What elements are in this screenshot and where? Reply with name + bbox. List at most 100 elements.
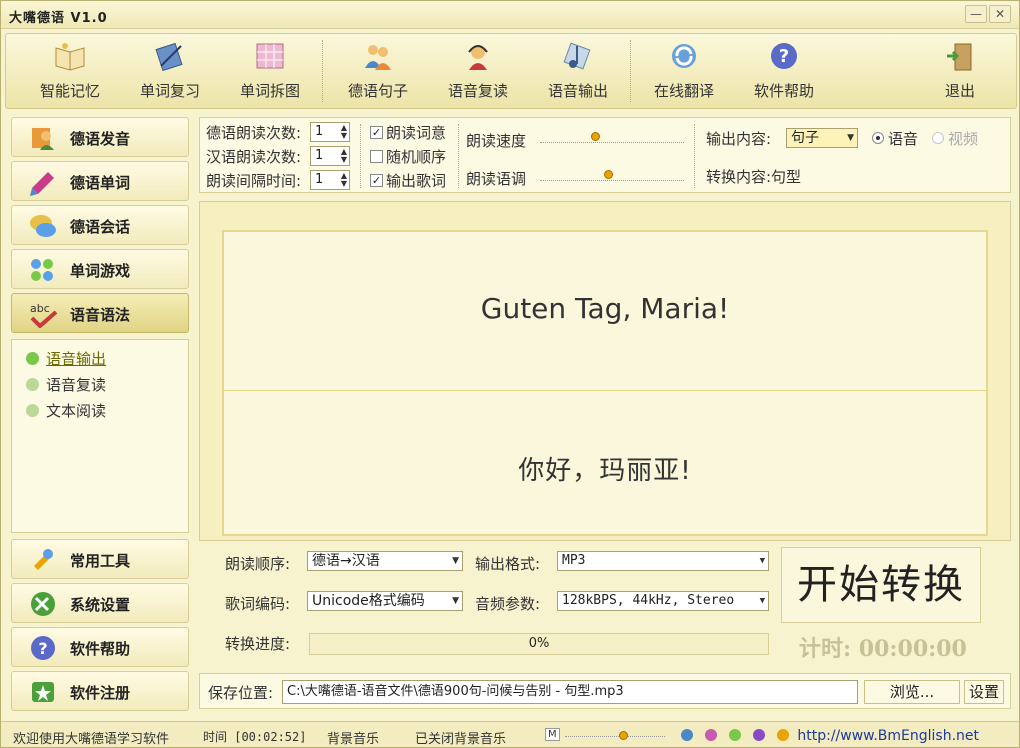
sidebar-item-label: 德语单词 <box>70 174 131 192</box>
sidebar-item-register[interactable]: 软件注册 <box>11 671 189 711</box>
pencil-icon <box>30 172 54 196</box>
sidebar: 德语发音 德语单词 德语会话 单词游戏 abc 语音语法 语音输出 语音复读 文… <box>11 117 189 721</box>
random-order-checkbox[interactable] <box>370 150 383 163</box>
sidebar-item-settings[interactable]: 系统设置 <box>11 583 189 623</box>
read-meaning-label: 朗读词意 <box>386 124 447 142</box>
german-sentence: Guten Tag, Maria! <box>480 292 730 325</box>
interval-stepper[interactable]: 1 ▲ ▼ <box>310 170 350 190</box>
save-location-bar: 保存位置: C:\大嘴德语-语音文件\德语900句-问候与告别 - 句型.mp3… <box>199 673 1011 709</box>
volume-slider[interactable] <box>565 728 665 742</box>
progress-label: 转换进度: <box>225 635 291 653</box>
output-content-select[interactable]: 句子 ▼ <box>786 128 858 148</box>
skin-color-dot[interactable] <box>705 729 717 741</box>
website-link[interactable]: http://www.BmEnglish.net <box>797 728 979 744</box>
de-repeat-stepper[interactable]: 1 ▲ ▼ <box>310 122 350 142</box>
slider-track <box>540 180 684 181</box>
output-content-label: 输出内容: <box>706 130 772 148</box>
pitch-slider[interactable] <box>540 166 684 186</box>
save-path-input[interactable]: C:\大嘴德语-语音文件\德语900句-问候与告别 - 句型.mp3 <box>282 680 858 704</box>
bgm-status[interactable]: 已关闭背景音乐 <box>415 728 506 747</box>
check-icon <box>26 352 39 365</box>
video-radio-label: 视频 <box>948 130 979 148</box>
order-select[interactable]: 德语→汉语 ▼ <box>307 551 463 571</box>
skin-color-dot[interactable] <box>729 729 741 741</box>
encoding-select[interactable]: Unicode格式编码 ▼ <box>307 591 463 611</box>
cn-repeat-stepper[interactable]: 1 ▲ ▼ <box>310 146 350 166</box>
toolbar-voice-repeat-button[interactable]: 语音复读 <box>432 40 524 106</box>
sidebar-subpanel: 语音输出 语音复读 文本阅读 <box>11 339 189 533</box>
sidebar-item-label: 德语会话 <box>70 218 131 236</box>
interval-label: 朗读间隔时间: <box>206 172 302 190</box>
sidebar-item-conversation[interactable]: 德语会话 <box>11 205 189 245</box>
sidebar-item-label: 单词游戏 <box>70 262 131 280</box>
speed-slider[interactable] <box>540 128 684 148</box>
toolbar-voice-output-button[interactable]: 语音输出 <box>532 40 624 106</box>
sidebar-item-pronunciation[interactable]: 德语发音 <box>11 117 189 157</box>
browse-button[interactable]: 浏览... <box>864 680 960 704</box>
select-value: 128kBPS, 44kHz, Stereo <box>562 593 735 608</box>
sidebar-item-word-games[interactable]: 单词游戏 <box>11 249 189 289</box>
format-select[interactable]: MP3 ▼ <box>557 551 769 571</box>
puzzle-icon <box>31 259 53 281</box>
sidebar-item-label: 语音语法 <box>70 306 131 324</box>
speed-label: 朗读速度 <box>466 132 527 150</box>
sub-item-voice-output[interactable]: 语音输出 <box>26 348 106 370</box>
settings-button[interactable]: 设置 <box>964 680 1004 704</box>
start-conversion-button[interactable]: 开始转换 <box>781 547 981 623</box>
wrench-icon <box>31 592 55 616</box>
slider-thumb[interactable] <box>604 170 613 179</box>
video-radio[interactable] <box>932 132 944 144</box>
slider-thumb[interactable] <box>591 132 600 141</box>
refresh-icon <box>672 44 696 68</box>
timer-readout: 计时: 00:00:00 <box>799 636 967 662</box>
separator <box>458 124 459 188</box>
sidebar-item-tools[interactable]: 常用工具 <box>11 539 189 579</box>
encoding-label: 歌词编码: <box>225 595 291 613</box>
music-toggle-button[interactable]: M <box>545 728 560 741</box>
star-badge-icon <box>32 682 54 702</box>
sidebar-item-grammar[interactable]: abc 语音语法 <box>11 293 189 333</box>
skin-color-dot[interactable] <box>753 729 765 741</box>
sidebar-item-words[interactable]: 德语单词 <box>11 161 189 201</box>
toolbar-smart-memory-button[interactable]: 智能记忆 <box>24 40 116 106</box>
skin-color-dot[interactable] <box>777 729 789 741</box>
read-meaning-checkbox[interactable]: ✓ <box>370 126 383 139</box>
sidebar-item-label: 软件帮助 <box>70 640 131 658</box>
toolbar-label: 软件帮助 <box>753 82 814 100</box>
toolbar-label: 语音输出 <box>547 82 608 100</box>
close-button[interactable]: ✕ <box>989 5 1011 23</box>
toolbar-german-sentence-button[interactable]: 德语句子 <box>332 40 424 106</box>
sidebar-item-label: 系统设置 <box>70 596 131 614</box>
toolbar-exit-button[interactable]: 退出 <box>914 40 1006 106</box>
slider-thumb[interactable] <box>619 731 628 740</box>
output-lyrics-checkbox[interactable]: ✓ <box>370 174 383 187</box>
spin-arrows-icon: ▲ ▼ <box>340 123 347 140</box>
slider-track <box>565 736 665 737</box>
toolbar-online-translate-button[interactable]: 在线翻译 <box>638 40 730 106</box>
sub-item-voice-repeat[interactable]: 语音复读 <box>26 374 106 396</box>
de-repeat-label: 德语朗读次数: <box>206 124 302 142</box>
minimize-button[interactable]: — <box>965 5 987 23</box>
toolbar-word-split-button[interactable]: 单词拆图 <box>224 40 316 106</box>
spin-arrows-icon: ▲ ▼ <box>340 147 347 164</box>
select-value: Unicode格式编码 <box>312 593 425 609</box>
sub-item-text-reading[interactable]: 文本阅读 <box>26 400 106 422</box>
status-bar: 欢迎使用大嘴德语学习软件 时间 [00:02:52] 背景音乐 已关闭背景音乐 … <box>1 721 1019 747</box>
welcome-text: 欢迎使用大嘴德语学习软件 <box>13 732 170 747</box>
sidebar-item-help[interactable]: ? 软件帮助 <box>11 627 189 667</box>
audio-radio[interactable] <box>872 132 884 144</box>
app-window: 大嘴德语 V1.0 — ✕ 智能记忆 单词复习 单词拆图 德语句子 语音复读 语… <box>0 0 1020 748</box>
spin-arrows-icon: ▲ ▼ <box>340 171 347 188</box>
bullet-icon <box>26 378 39 391</box>
skin-color-dot[interactable] <box>681 729 693 741</box>
cn-repeat-label: 汉语朗读次数: <box>206 148 302 166</box>
divider <box>224 390 986 391</box>
dropdown-arrow-icon: ▼ <box>452 596 459 606</box>
toolbar-label: 语音复读 <box>447 82 508 100</box>
toolbar-separator <box>630 40 632 102</box>
audio-param-select[interactable]: 128kBPS, 44kHz, Stereo ▼ <box>557 591 769 611</box>
save-location-label: 保存位置: <box>208 684 274 702</box>
toolbar-word-review-button[interactable]: 单词复习 <box>124 40 216 106</box>
sidebar-item-label: 常用工具 <box>70 552 131 570</box>
toolbar-software-help-button[interactable]: ? 软件帮助 <box>738 40 830 106</box>
